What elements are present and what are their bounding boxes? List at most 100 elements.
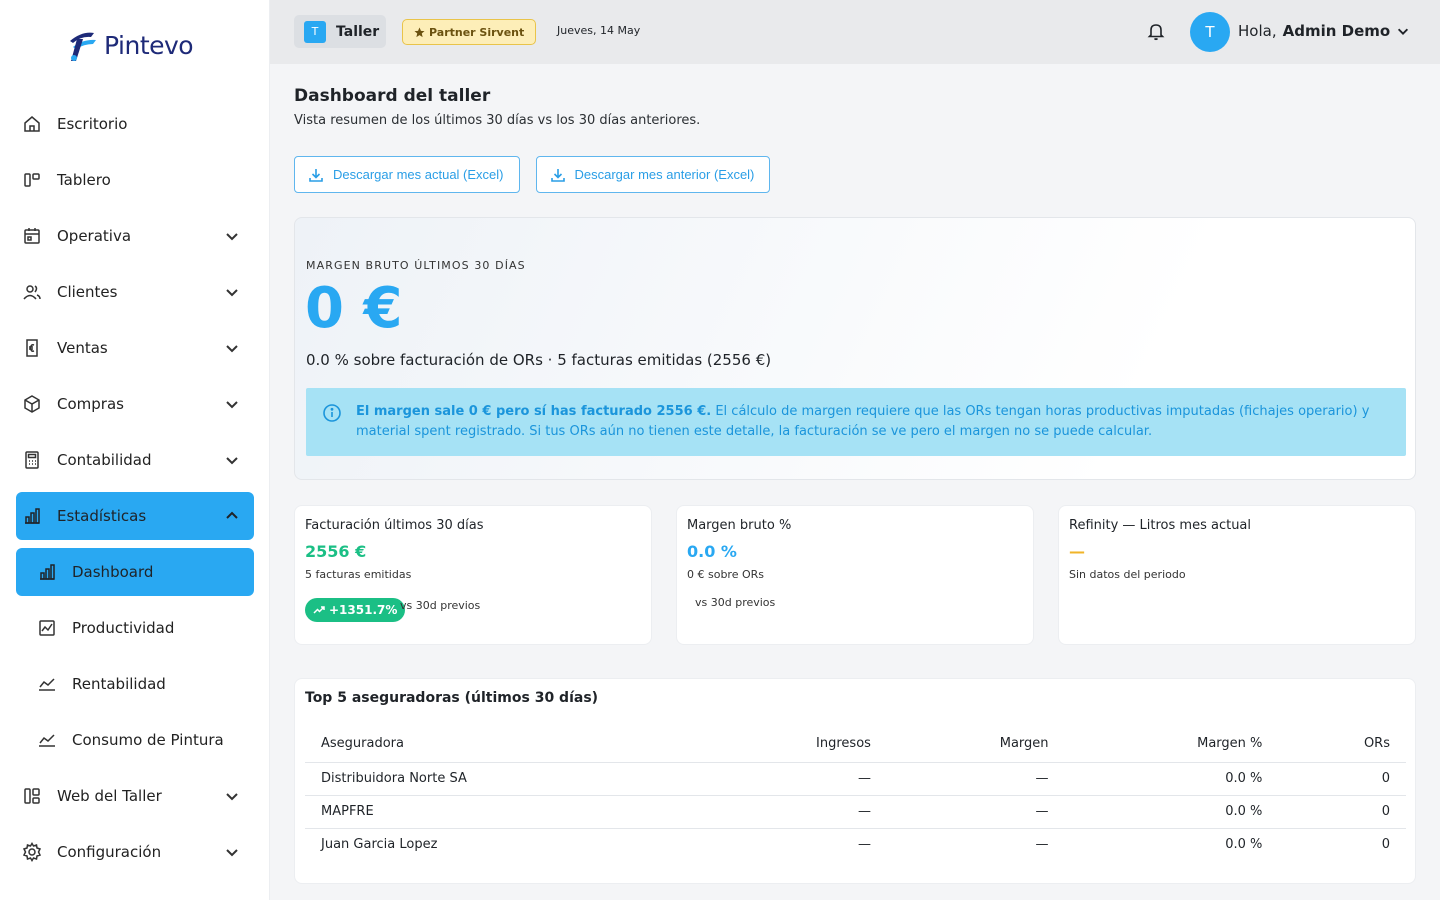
table-cell: 0	[1278, 762, 1406, 796]
avatar[interactable]: T	[1190, 12, 1230, 52]
workspace-initial: T	[304, 20, 326, 43]
table-cell: —	[695, 795, 887, 829]
table-row[interactable]: Distribuidora Norte SA — — 0.0 % 0	[305, 762, 1406, 796]
workspace-name: Taller	[336, 23, 380, 40]
chevron-down-icon	[226, 233, 238, 241]
sidebar-item-web-taller[interactable]: Web del Taller	[16, 772, 254, 820]
chevron-up-icon	[226, 511, 238, 519]
kpi-title: Margen bruto %	[687, 518, 792, 533]
table-cell: 0	[1278, 795, 1406, 829]
kpi-title: Facturación últimos 30 días	[305, 518, 484, 533]
sidebar-item-label: Web del Taller	[57, 787, 162, 805]
kpi-subtitle: 0 € sobre ORs	[687, 568, 765, 581]
trend-value: +1351.7%	[329, 603, 398, 617]
layout-icon	[22, 786, 42, 806]
chevron-down-icon	[226, 457, 238, 465]
line-chart-icon	[37, 618, 57, 638]
sidebar-item-label: Escritorio	[57, 115, 128, 133]
sidebar-item-label: Estadísticas	[57, 507, 147, 525]
sidebar-item-contabilidad[interactable]: Contabilidad	[16, 436, 254, 484]
gear-icon	[22, 842, 42, 862]
logo[interactable]: Pintevo	[64, 27, 194, 63]
kpi-card-revenue: Facturación últimos 30 días 2556 € 5 fac…	[294, 505, 652, 645]
sidebar-item-label: Rentabilidad	[72, 675, 166, 693]
sidebar-item-clientes[interactable]: Clientes	[16, 268, 254, 316]
users-icon	[22, 282, 42, 302]
download-icon	[550, 168, 565, 182]
euro-doc-icon	[22, 338, 42, 358]
column-header[interactable]: Margen	[886, 726, 1065, 763]
brand-name: Pintevo	[104, 30, 194, 60]
sidebar-subitem-productividad[interactable]: Productividad	[16, 604, 254, 652]
download-current-month-button[interactable]: Descargar mes actual (Excel)	[294, 156, 520, 193]
chevron-down-icon	[226, 849, 238, 857]
column-header[interactable]: Ingresos	[695, 726, 887, 763]
sidebar-item-compras[interactable]: Compras	[16, 380, 254, 428]
table-cell: 0	[1381, 837, 1390, 853]
top-insurers-title: Top 5 aseguradoras (últimos 30 días)	[305, 690, 599, 706]
brand-mark-icon	[70, 32, 96, 61]
kpi-value: 2556 €	[305, 542, 367, 561]
page-title: Dashboard del taller	[294, 86, 491, 106]
kpi-comparison: vs 30d previos	[400, 599, 481, 612]
kpi-value: —	[1069, 542, 1085, 561]
box-icon	[22, 394, 42, 414]
gross-margin-value: 0 €	[305, 276, 403, 341]
kpi-card-refinity-liters: Refinity — Litros mes actual — Sin datos…	[1058, 505, 1416, 645]
kpi-cards: Facturación últimos 30 días 2556 € 5 fac…	[294, 505, 1416, 645]
table-cell: 0.0 %	[1064, 795, 1279, 829]
bar-chart-icon	[22, 506, 42, 526]
trend-icon	[37, 674, 57, 694]
sidebar-item-label: Compras	[57, 395, 124, 413]
top-insurers-table: Aseguradora Ingresos Margen Margen % ORs…	[305, 726, 1406, 861]
column-header[interactable]: ORs	[1278, 726, 1406, 763]
greeting-text: Hola,	[1238, 22, 1277, 40]
user-menu[interactable]: Hola, Admin Demo	[1238, 22, 1410, 40]
partner-label: Partner Sirvent	[429, 25, 525, 39]
gross-margin-kicker: MARGEN BRUTO ÚLTIMOS 30 DÍAS	[306, 259, 526, 272]
sidebar-subitem-consumo-pintura[interactable]: Consumo de Pintura	[16, 716, 254, 764]
kpi-value: 0.0 %	[687, 542, 737, 561]
sidebar-item-label: Operativa	[57, 227, 132, 245]
calendar-icon	[22, 226, 42, 246]
info-alert-bold: El margen sale 0 € pero sí has facturado…	[356, 404, 712, 419]
table-cell: Distribuidora Norte SA	[305, 762, 696, 796]
kpi-card-margin-percent: Margen bruto % 0.0 % 0 € sobre ORs vs 30…	[676, 505, 1034, 645]
trend-icon	[37, 730, 57, 750]
current-date: Jueves, 14 May	[557, 24, 641, 37]
page-subtitle: Vista resumen de los últimos 30 días vs …	[294, 113, 701, 128]
sidebar-item-ventas[interactable]: Ventas	[16, 324, 254, 372]
sidebar-nav: Escritorio Tablero Operativa Clientes Ve…	[16, 100, 254, 884]
top-header: T Taller Partner Sirvent Jueves, 14 May …	[270, 0, 1440, 64]
sidebar-item-label: Tablero	[57, 171, 111, 189]
board-icon	[22, 170, 42, 190]
sidebar-item-escritorio[interactable]: Escritorio	[16, 100, 254, 148]
calculator-icon	[22, 450, 42, 470]
sidebar-item-operativa[interactable]: Operativa	[16, 212, 254, 260]
sidebar-subitem-dashboard[interactable]: Dashboard	[16, 548, 254, 596]
table-cell: Juan Garcia Lopez	[321, 837, 438, 853]
table-row[interactable]: MAPFRE — — 0.0 % 0	[305, 795, 1406, 829]
column-header[interactable]: Margen %	[1064, 726, 1279, 763]
gross-margin-description: 0.0 % sobre facturación de ORs · 5 factu…	[306, 351, 772, 369]
info-alert-text: El margen sale 0 € pero sí has facturado…	[356, 402, 1386, 442]
button-label: Descargar mes anterior (Excel)	[574, 167, 755, 182]
download-previous-month-button[interactable]: Descargar mes anterior (Excel)	[535, 156, 771, 193]
table-cell: 0.0 %	[1064, 762, 1279, 796]
sidebar-subitem-rentabilidad[interactable]: Rentabilidad	[16, 660, 254, 708]
chevron-down-icon	[226, 345, 238, 353]
chevron-down-icon	[226, 793, 238, 801]
sidebar-item-label: Configuración	[57, 843, 162, 861]
workspace-selector[interactable]: T Taller	[294, 15, 386, 48]
sidebar-item-label: Consumo de Pintura	[72, 731, 224, 749]
sidebar: Pintevo Escritorio Tablero Operativa Cli…	[0, 0, 270, 900]
chevron-down-icon	[226, 289, 238, 297]
info-alert: El margen sale 0 € pero sí has facturado…	[306, 388, 1406, 456]
sidebar-item-estadisticas[interactable]: Estadísticas	[16, 492, 254, 540]
table-row[interactable]: Juan Garcia Lopez — — 0.0 % 0	[305, 828, 1406, 861]
column-header[interactable]: Aseguradora	[305, 726, 696, 763]
partner-badge: Partner Sirvent	[402, 19, 537, 45]
sidebar-item-configuracion[interactable]: Configuración	[16, 828, 254, 876]
bell-icon[interactable]	[1146, 21, 1166, 41]
sidebar-item-tablero[interactable]: Tablero	[16, 156, 254, 204]
